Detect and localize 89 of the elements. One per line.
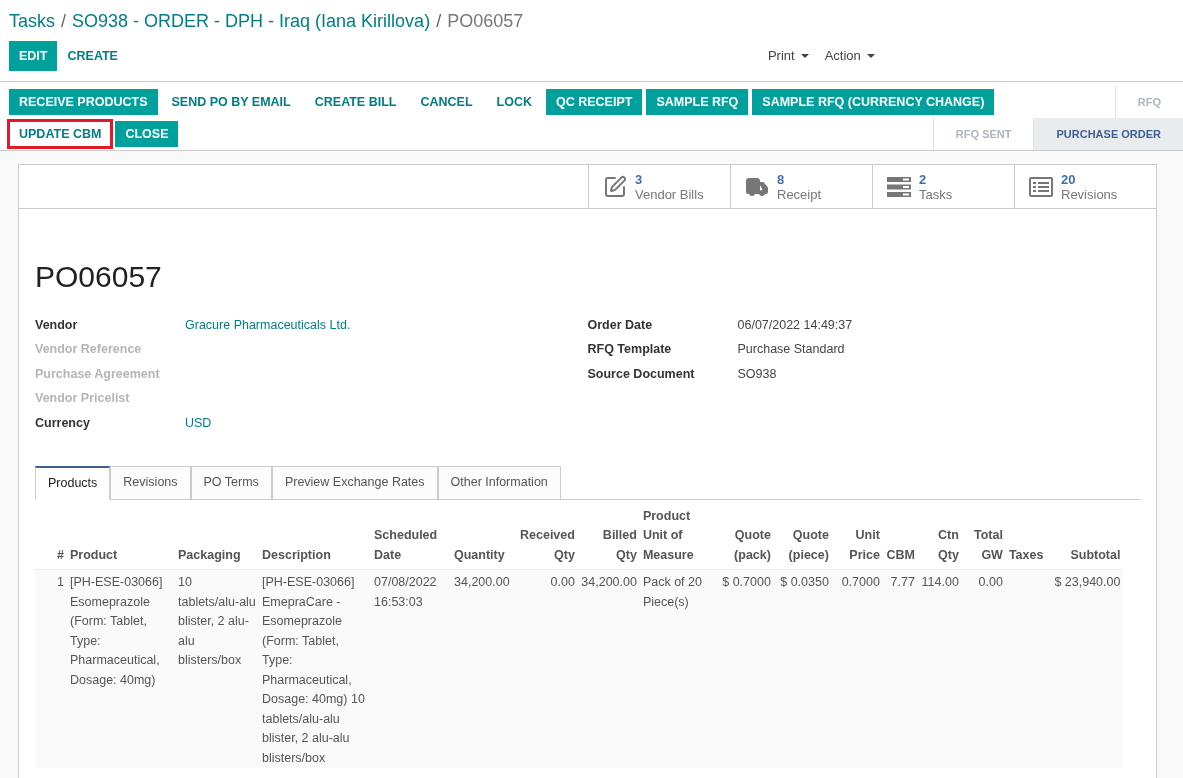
table-cell: 7.77 [890, 575, 915, 589]
caret-icon [800, 54, 809, 58]
column-header: Quote (pack) [734, 528, 771, 562]
column-header: Packaging [178, 547, 241, 562]
statusbar-button[interactable]: CREATE BILL [304, 89, 407, 115]
column-header: Unit Price [849, 528, 880, 562]
tab[interactable]: Products [35, 465, 111, 500]
field-label: Vendor Reference [35, 341, 143, 359]
table-cell: 0.00 [550, 575, 575, 589]
smart-button[interactable]: 20 Revisions [1014, 165, 1156, 208]
field-label: Vendor [35, 316, 79, 334]
table-cell: 1 [57, 575, 64, 589]
smart-button-label: Revisions [1061, 186, 1118, 202]
edit-icon [603, 174, 627, 199]
dropdown-button[interactable]: Action [824, 46, 875, 66]
smart-button[interactable]: 8 Receipt [730, 165, 872, 208]
field-link[interactable]: Gracure Pharmaceuticals Ltd. [185, 315, 351, 335]
statusbar-button[interactable]: SEND PO BY EMAIL [161, 89, 301, 115]
table-cell: $ 0.7000 [722, 575, 771, 589]
column-header: # [57, 547, 64, 562]
record-title: PO06057 [35, 259, 163, 295]
count: 3 [635, 171, 644, 187]
column-header: Quote (piece) [788, 528, 829, 562]
field-label: Vendor Pricelist [35, 390, 131, 408]
smart-button-label: Vendor Bills [635, 186, 704, 202]
statusbar-button[interactable]: RECEIVE PRODUCTS [9, 89, 158, 115]
column-header: Subtotal [1070, 547, 1121, 562]
column-header: Total GW [973, 528, 1003, 562]
column-header: Taxes [1008, 547, 1044, 562]
breadcrumb-current: PO06057 [447, 9, 524, 33]
table-cell: [PH-ESE-03066] EmepraCare - Esomeprazole (Form: Tablet, Type: Pharmaceutical, Dosage: 40mg) 10 tablets/alu-alu blister, 2 alu-alu blisters/box [262, 575, 365, 765]
column-header: Billed Qty [602, 528, 637, 562]
table-cell: 0.00 [978, 575, 1003, 589]
column-header: Ctn Qty [938, 528, 959, 562]
tab[interactable]: Preview Exchange Rates [271, 465, 438, 500]
dropdown-button[interactable]: Print [767, 46, 809, 66]
table-cell: Pack of 20 Piece(s) [642, 575, 702, 609]
column-header: CBM [886, 547, 915, 562]
count: 8 [777, 171, 786, 187]
column-header: Received Qty [520, 528, 575, 562]
smart-button[interactable]: 3 Vendor Bills [588, 165, 730, 208]
list-icon [1029, 176, 1053, 197]
statusbar-button[interactable]: QC RECEIPT [545, 89, 643, 115]
field-label: Source Document [587, 365, 696, 383]
control-button[interactable]: EDIT [9, 41, 58, 71]
smart-button-label: Tasks [919, 186, 953, 202]
field-value: 06/07/2022 14:49:37 [737, 316, 853, 334]
statusbar-button[interactable]: UPDATE CBM [9, 121, 112, 147]
column-header: Description [262, 547, 331, 562]
field-value: SO938 [737, 365, 777, 383]
column-header: Quantity [454, 547, 505, 562]
table-cell: 34,200.00 [581, 575, 637, 589]
count: 20 [1061, 171, 1077, 187]
column-header: Product Unit of Measure [642, 508, 694, 562]
breadcrumb-separator: / [436, 9, 442, 33]
table-cell: 34,200.00 [454, 575, 510, 589]
statusbar-button[interactable]: CLOSE [115, 121, 179, 147]
field-link[interactable]: USD [185, 413, 212, 433]
column-header: Scheduled Date [374, 528, 438, 562]
smart-button[interactable]: 2 Tasks [872, 165, 1014, 208]
table-cell: 114.00 [921, 575, 959, 589]
control-button[interactable]: CREATE [57, 41, 128, 71]
field-label: Order Date [587, 316, 654, 334]
table-cell: $ 0.0350 [780, 575, 829, 589]
status-stage[interactable]: PURCHASE ORDER [1033, 118, 1183, 150]
breadcrumb-separator: / [61, 9, 67, 33]
smart-button-label: Receipt [777, 186, 822, 202]
count: 2 [919, 171, 928, 187]
tab[interactable]: PO Terms [190, 465, 272, 500]
table-cell: 07/08/2022 16:53:03 [374, 575, 437, 609]
table-cell: $ 23,940.00 [1054, 575, 1121, 589]
tab[interactable]: Other Information [437, 465, 561, 500]
statusbar-button[interactable]: CANCEL [410, 89, 483, 115]
tab[interactable]: Revisions [110, 465, 191, 500]
breadcrumb-link[interactable]: SO938 - ORDER - DPH - Iraq (Iana Kirillova) [72, 7, 431, 35]
column-header: Product [70, 547, 118, 562]
statusbar-button[interactable]: LOCK [486, 89, 542, 115]
table-cell: 0.7000 [841, 575, 880, 589]
table-cell: 10 tablets/alu-alu blister, 2 alu-alu blisters/box [178, 575, 256, 667]
field-label: Purchase Agreement [35, 365, 161, 383]
stacked-bars-icon [887, 176, 911, 197]
table-cell: [PH-ESE-03066] Esomeprazole (Form: Tablet, Type: Pharmaceutical, Dosage: 40mg) [70, 575, 163, 687]
field-value: Purchase Standard [737, 341, 845, 359]
breadcrumb-link[interactable]: Tasks [9, 7, 55, 35]
field-label: Currency [35, 414, 91, 432]
field-label: RFQ Template [587, 341, 673, 359]
statusbar-button[interactable]: SAMPLE RFQ [646, 89, 749, 115]
statusbar-button[interactable]: SAMPLE RFQ (CURRENCY CHANGE) [752, 89, 995, 115]
caret-icon [866, 54, 875, 58]
